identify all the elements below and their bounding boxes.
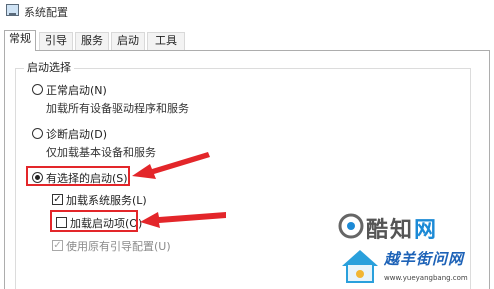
arrow-to-selective-startup [132,152,210,179]
watermark-brand: 酷知网 [366,218,439,243]
watermark-site-name: 越羊街问网 [384,250,465,268]
tab-general[interactable]: 常规 [4,30,36,51]
watermark-url: www.yueyangbang.com [384,274,468,282]
system-config-window: 系统配置 常规 引导 服务 启动 工具 启动选择 正常启动(N) 加载所有设备驱… [0,0,494,289]
watermark-house-icon [342,250,378,283]
watermark-logo-icon [338,213,364,239]
site-watermark: 酷知网 越羊街问网 www.yueyangbang.com [336,208,494,289]
arrow-to-load-startup-items [140,212,226,228]
